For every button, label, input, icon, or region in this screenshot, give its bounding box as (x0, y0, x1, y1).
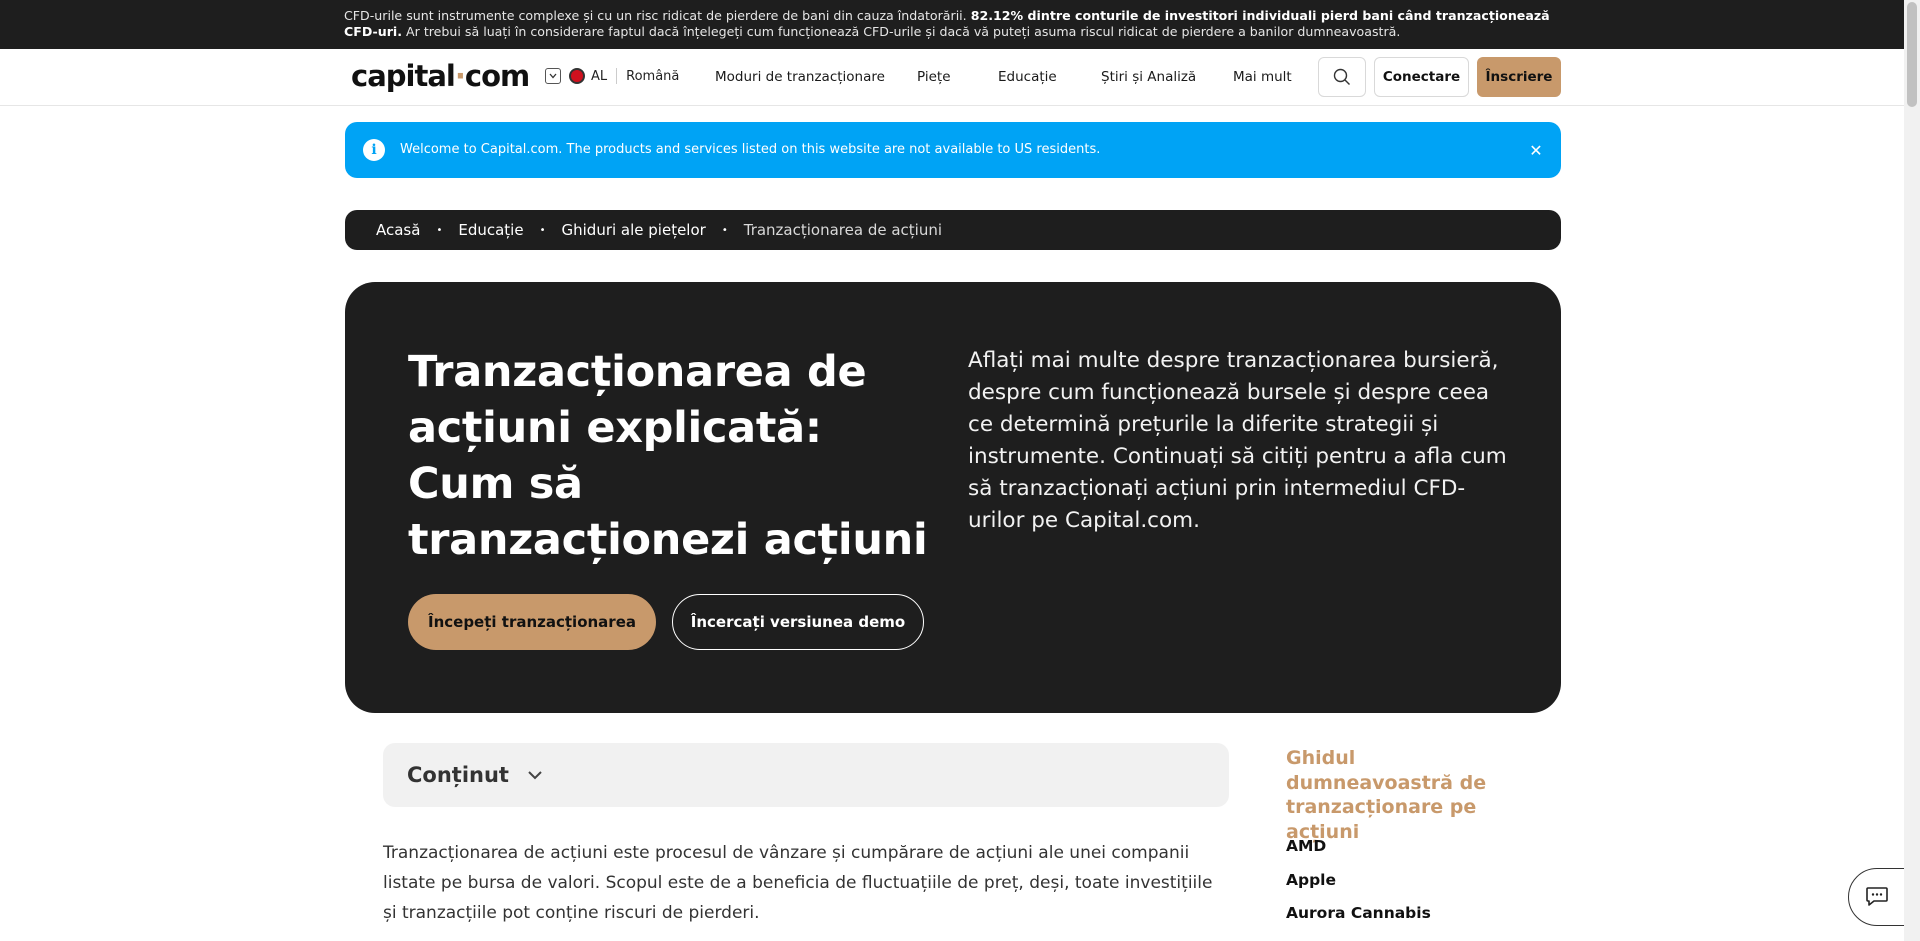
nav-news-analysis[interactable]: Știri și Analiză (1101, 69, 1196, 85)
start-trading-button[interactable]: Începeți tranzacționarea (408, 594, 656, 650)
breadcrumb-home[interactable]: Acasă (376, 221, 420, 239)
notice-text: Welcome to Capital.com. The products and… (400, 142, 1101, 157)
breadcrumb-market-guides[interactable]: Ghiduri ale piețelor (562, 221, 706, 239)
language-selector[interactable]: AL Română (545, 68, 679, 84)
try-demo-button[interactable]: Încercați versiunea demo (672, 594, 924, 650)
language-divider (616, 68, 618, 84)
risk-warning-start: CFD-urile sunt instrumente complexe și c… (344, 8, 971, 23)
close-notice-button[interactable]: ✕ (1524, 138, 1548, 162)
nav-trading-modes[interactable]: Moduri de tranzacționare (715, 69, 885, 85)
breadcrumb-separator: • (436, 224, 443, 236)
chat-button[interactable] (1848, 868, 1912, 926)
risk-warning-end: Ar trebui să luați în considerare faptul… (402, 24, 1401, 39)
contents-toggle[interactable]: Conținut (383, 743, 1229, 807)
contents-label: Conținut (407, 763, 509, 787)
hero-description: Aflați mai multe despre tranzacționarea … (968, 348, 1507, 533)
region-code: AL (591, 68, 608, 84)
site-header: capital·com AL Română Moduri de tranzacț… (0, 49, 1904, 106)
sidebar-title: Ghidul dumneavoastră de tranzacționare p… (1286, 747, 1487, 843)
breadcrumb: Acasă • Educație • Ghiduri ale piețelor … (345, 210, 1561, 250)
nav-education[interactable]: Educație (998, 69, 1057, 85)
signup-button[interactable]: Înscriere (1477, 57, 1561, 97)
breadcrumb-current: Tranzacționarea de acțiuni (743, 221, 943, 239)
sidebar-item-apple[interactable]: Apple (1286, 870, 1431, 904)
albania-flag-icon (569, 68, 585, 84)
logo-part-capital: capital (351, 59, 456, 93)
breadcrumb-separator: • (721, 224, 728, 236)
sidebar-item-aurora-cannabis[interactable]: Aurora Cannabis (1286, 903, 1431, 937)
nav-markets[interactable]: Piețe (917, 69, 951, 85)
risk-warning-text: CFD-urile sunt instrumente complexe și c… (344, 8, 1562, 40)
chevron-down-icon[interactable] (545, 68, 561, 84)
page-title: Tranzacționarea de acțiuni explicată: Cu… (408, 347, 928, 565)
logo-dot: · (454, 59, 466, 93)
chevron-down-icon (525, 765, 545, 785)
search-button[interactable] (1318, 57, 1366, 97)
article-intro: Tranzacționarea de acțiuni este procesul… (383, 843, 1213, 923)
page-scrollbar[interactable] (1904, 0, 1920, 941)
hero-section: Tranzacționarea de acțiuni explicată: Cu… (345, 282, 1561, 713)
scrollbar-thumb[interactable] (1907, 2, 1917, 107)
logo-part-com: com (464, 59, 530, 93)
nav-more[interactable]: Mai mult (1233, 69, 1292, 85)
breadcrumb-education[interactable]: Educație (458, 221, 523, 239)
info-icon: i (363, 139, 385, 161)
us-residents-notice: i Welcome to Capital.com. The products a… (345, 122, 1561, 178)
risk-warning-bar: CFD-urile sunt instrumente complexe și c… (0, 0, 1904, 49)
language-label[interactable]: Română (626, 69, 679, 84)
capital-logo[interactable]: capital·com (351, 59, 530, 93)
search-icon (1333, 68, 1350, 85)
breadcrumb-separator: • (539, 224, 546, 236)
login-button[interactable]: Conectare (1374, 57, 1469, 97)
chat-icon (1866, 887, 1888, 906)
sidebar-item-amd[interactable]: AMD (1286, 836, 1431, 870)
sidebar-guide-list: AMD Apple Aurora Cannabis (1286, 836, 1431, 937)
